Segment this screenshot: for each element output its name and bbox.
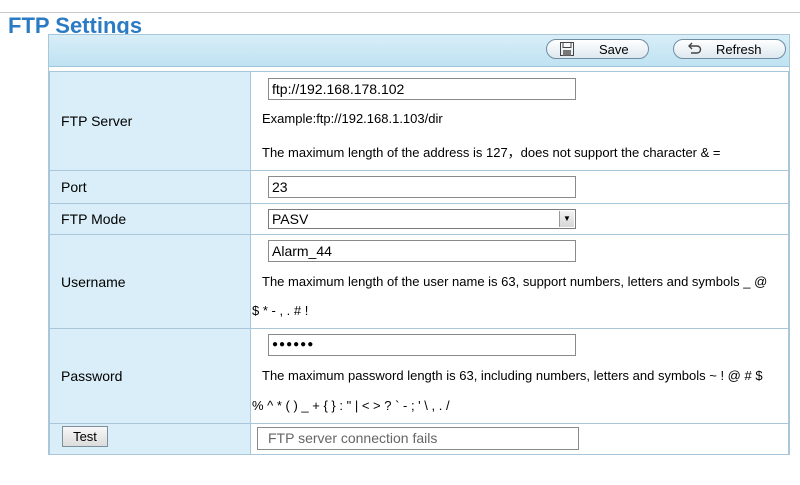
connection-status: FTP server connection fails — [257, 427, 579, 450]
refresh-icon — [688, 42, 702, 54]
ftp-server-input[interactable]: ftp://192.168.178.102 — [268, 78, 576, 100]
test-row: Test FTP server connection fails — [49, 423, 789, 455]
ftp-server-label: FTP Server — [49, 71, 251, 171]
password-label: Password — [49, 328, 251, 424]
save-icon — [560, 42, 574, 56]
test-button[interactable]: Test — [62, 426, 108, 447]
username-row: Username Alarm_44 The maximum length of … — [49, 234, 789, 329]
username-input[interactable]: Alarm_44 — [268, 240, 576, 262]
ftp-mode-select[interactable]: PASV ▼ — [268, 209, 576, 229]
ftp-mode-value: PASV — [272, 211, 309, 227]
password-input[interactable]: ●●●●●● — [268, 334, 576, 356]
ftp-server-note: The maximum length of the address is 127… — [262, 145, 721, 160]
username-note: The maximum length of the user name is 6… — [262, 274, 768, 289]
password-row: Password ●●●●●● The maximum password len… — [49, 328, 789, 424]
username-label: Username — [49, 234, 251, 329]
refresh-button[interactable]: Refresh — [673, 39, 786, 59]
settings-panel: Save Refresh FTP Server ftp://192.168.17… — [48, 34, 790, 455]
refresh-label: Refresh — [716, 42, 762, 57]
port-label: Port — [49, 170, 251, 204]
port-input[interactable]: 23 — [268, 176, 576, 198]
ftp-mode-label: FTP Mode — [49, 203, 251, 235]
save-button[interactable]: Save — [546, 39, 649, 59]
toolbar: Save Refresh — [49, 35, 789, 67]
chevron-down-icon[interactable]: ▼ — [559, 211, 574, 227]
ftp-settings-form: FTP Server ftp://192.168.178.102 Example… — [49, 71, 789, 455]
password-note-symbols: % ^ * ( ) _ + { } : " | < > ? ` - ; ' \ … — [252, 398, 450, 413]
username-note-symbols: $ * - , . # ! — [252, 303, 309, 318]
ftp-server-row: FTP Server ftp://192.168.178.102 Example… — [49, 71, 789, 171]
password-note: The maximum password length is 63, inclu… — [262, 368, 763, 383]
save-label: Save — [599, 42, 629, 57]
port-row: Port 23 — [49, 170, 789, 204]
ftp-mode-row: FTP Mode PASV ▼ — [49, 203, 789, 235]
ftp-server-example: Example:ftp://192.168.1.103/dir — [262, 111, 443, 126]
